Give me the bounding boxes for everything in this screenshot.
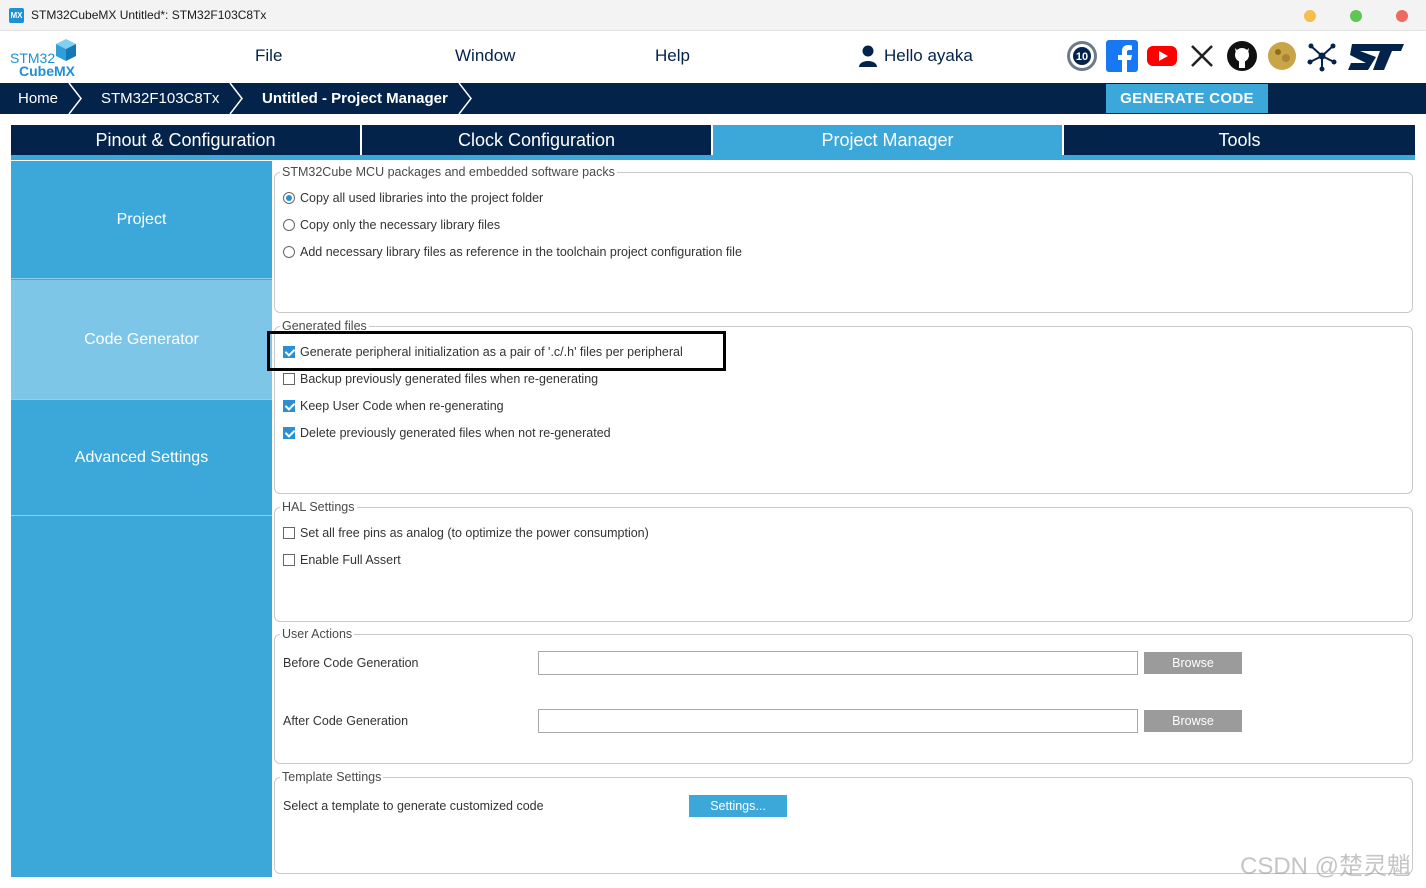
- breadcrumb-current[interactable]: Untitled - Project Manager: [262, 83, 448, 114]
- after-code-generation-label: After Code Generation: [283, 714, 409, 728]
- checkbox-backup-files[interactable]: Backup previously generated files when r…: [283, 372, 598, 386]
- sidebar: Project Code Generator Advanced Settings: [11, 161, 272, 877]
- x-icon[interactable]: [1186, 40, 1218, 72]
- facebook-icon[interactable]: [1106, 40, 1138, 72]
- checkbox-full-assert[interactable]: Enable Full Assert: [283, 553, 401, 567]
- community-icon[interactable]: [1266, 40, 1298, 72]
- user-icon: [859, 45, 877, 67]
- after-code-generation-field[interactable]: [538, 709, 1138, 733]
- before-code-generation-label: Before Code Generation: [283, 656, 419, 670]
- radio-button[interactable]: [283, 219, 295, 231]
- checkbox-label: Enable Full Assert: [300, 553, 401, 567]
- user-actions-group: User Actions Before Code Generation Brow…: [274, 626, 1413, 764]
- packages-group: STM32Cube MCU packages and embedded soft…: [274, 164, 1413, 313]
- after-browse-button[interactable]: Browse: [1144, 710, 1242, 732]
- checkbox-label: Delete previously generated files when n…: [300, 426, 611, 440]
- network-icon[interactable]: [1306, 40, 1338, 72]
- svg-text:10: 10: [1076, 51, 1088, 63]
- checkbox[interactable]: [283, 373, 295, 385]
- sidebar-item-project[interactable]: Project: [11, 161, 272, 278]
- logo-line2: CubeMX: [19, 63, 76, 79]
- checkbox-label: Set all free pins as analog (to optimize…: [300, 526, 649, 540]
- hal-settings-group: HAL Settings Set all free pins as analog…: [274, 499, 1413, 622]
- breadcrumb-home[interactable]: Home: [18, 83, 58, 114]
- tab-project-manager[interactable]: Project Manager: [713, 125, 1064, 155]
- hal-settings-group-title: HAL Settings: [280, 499, 357, 515]
- tab-clock-configuration[interactable]: Clock Configuration: [362, 125, 713, 155]
- template-settings-group-title: Template Settings: [280, 769, 384, 785]
- sidebar-divider: [11, 515, 272, 516]
- youtube-icon[interactable]: [1146, 40, 1178, 72]
- checkbox-free-pins-analog[interactable]: Set all free pins as analog (to optimize…: [283, 526, 649, 540]
- sidebar-item-code-generator[interactable]: Code Generator: [11, 280, 272, 399]
- title-bar: MX STM32CubeMX Untitled*: STM32F103C8Tx: [0, 0, 1426, 31]
- stm32cubemx-logo[interactable]: STM32 CubeMX: [9, 37, 84, 79]
- checkbox[interactable]: [283, 400, 295, 412]
- radio-button[interactable]: [283, 246, 295, 258]
- checkbox-keep-user-code[interactable]: Keep User Code when re-generating: [283, 399, 504, 413]
- radio-copy-all-libraries[interactable]: Copy all used libraries into the project…: [283, 191, 543, 205]
- breadcrumb-separator-icon: [458, 83, 472, 114]
- checkbox[interactable]: [283, 427, 295, 439]
- before-browse-button[interactable]: Browse: [1144, 652, 1242, 674]
- breadcrumb-mcu[interactable]: STM32F103C8Tx: [101, 83, 219, 114]
- tab-tools[interactable]: Tools: [1064, 125, 1415, 155]
- sidebar-item-advanced-settings[interactable]: Advanced Settings: [11, 400, 272, 515]
- 10-years-badge-icon[interactable]: 10: [1066, 40, 1098, 72]
- cube-icon: [56, 39, 76, 61]
- before-code-generation-field[interactable]: [538, 651, 1138, 675]
- main-tabs: Pinout & Configuration Clock Configurati…: [11, 125, 1415, 160]
- template-label: Select a template to generate customized…: [283, 799, 544, 813]
- st-logo-icon[interactable]: [1346, 40, 1408, 72]
- app-icon: MX: [9, 8, 24, 23]
- packages-group-title: STM32Cube MCU packages and embedded soft…: [280, 164, 617, 180]
- checkbox[interactable]: [283, 527, 295, 539]
- generate-code-button[interactable]: GENERATE CODE: [1106, 84, 1268, 113]
- checkbox-label: Keep User Code when re-generating: [300, 399, 504, 413]
- radio-label: Add necessary library files as reference…: [300, 245, 742, 259]
- user-greeting: Hello ayaka: [884, 46, 973, 65]
- radio-button[interactable]: [283, 192, 295, 204]
- radio-label: Copy only the necessary library files: [300, 218, 501, 232]
- checkbox-label: Backup previously generated files when r…: [300, 372, 599, 386]
- radio-copy-necessary-files[interactable]: Copy only the necessary library files: [283, 218, 500, 232]
- code-generator-panel: STM32Cube MCU packages and embedded soft…: [272, 161, 1415, 877]
- breadcrumb: Home STM32F103C8Tx Untitled - Project Ma…: [0, 83, 1426, 114]
- sidebar-divider: [11, 278, 272, 279]
- template-settings-button[interactable]: Settings...: [689, 795, 787, 817]
- checkbox[interactable]: [283, 554, 295, 566]
- checkbox-delete-generated-files[interactable]: Delete previously generated files when n…: [283, 426, 611, 440]
- maximize-button[interactable]: [1350, 10, 1362, 22]
- radio-label: Copy all used libraries into the project…: [300, 191, 544, 205]
- social-links: 10: [1066, 40, 1408, 72]
- window-title: STM32CubeMX Untitled*: STM32F103C8Tx: [31, 8, 267, 22]
- watermark: CSDN @楚灵魈: [1240, 853, 1412, 880]
- menu-window[interactable]: Window: [455, 46, 515, 66]
- header: STM32 CubeMX File Window Help Hello ayak…: [0, 31, 1426, 83]
- minimize-button[interactable]: [1304, 10, 1316, 22]
- close-button[interactable]: [1396, 10, 1408, 22]
- menu-file[interactable]: File: [255, 46, 282, 66]
- breadcrumb-separator-icon: [229, 83, 243, 114]
- highlight-box: [267, 331, 726, 371]
- radio-add-as-reference[interactable]: Add necessary library files as reference…: [283, 245, 742, 259]
- menu-help[interactable]: Help: [655, 46, 690, 66]
- breadcrumb-separator-icon: [68, 83, 82, 114]
- user-actions-group-title: User Actions: [280, 626, 355, 642]
- user-menu[interactable]: Hello ayaka: [858, 45, 973, 67]
- tab-pinout-configuration[interactable]: Pinout & Configuration: [11, 125, 362, 155]
- github-icon[interactable]: [1226, 40, 1258, 72]
